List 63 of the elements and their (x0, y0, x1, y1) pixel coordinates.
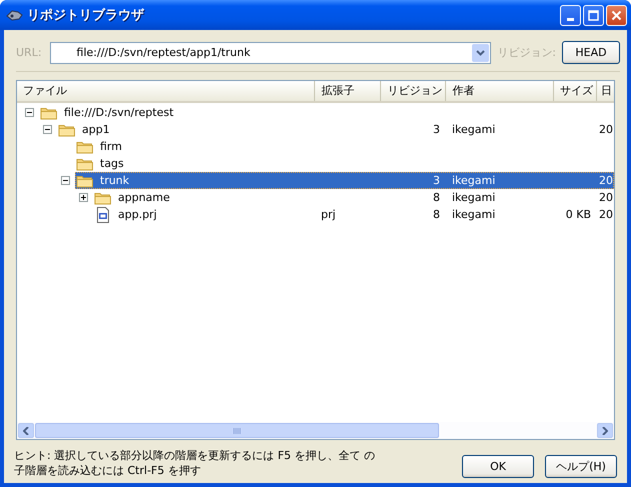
cell-text: 8 (433, 191, 440, 204)
maximize-button[interactable] (583, 4, 604, 26)
folder-icon (40, 106, 57, 120)
cell-text: 20 (599, 191, 613, 204)
tree-row[interactable]: firm (75, 138, 614, 155)
scrollbar-thumb[interactable] (35, 423, 439, 438)
column-header[interactable]: ファイル (17, 81, 316, 101)
maximize-icon (588, 10, 599, 20)
cell-text: ikegami (452, 174, 496, 187)
file-name: trunk (100, 174, 130, 187)
app-icon (6, 9, 23, 21)
tree-row[interactable]: app1 3 ikegami 20 (57, 121, 614, 138)
column-header[interactable]: 日 (597, 81, 614, 101)
minimize-button[interactable] (560, 4, 581, 26)
cell-text: 3 (433, 123, 440, 136)
cell-text: ikegami (452, 123, 496, 136)
cell-text: prj (321, 208, 336, 221)
cell-text: 20 (599, 174, 613, 187)
file-name: appname (118, 191, 170, 204)
cell-text: 20 (599, 123, 613, 136)
hint-text: ヒント: 選択している部分以降の階層を更新するには F5 を押し、全て の子階層を読み込むには Ctrl-F5 を押す (14, 448, 376, 478)
revision-label: リビジョン: (497, 45, 556, 60)
file-name: file:///D:/svn/reptest (64, 106, 174, 119)
collapse-icon[interactable] (43, 125, 52, 134)
file-name: firm (100, 140, 122, 153)
folder-icon (76, 156, 93, 170)
folder-icon (76, 174, 93, 188)
column-header[interactable]: リビジョン (381, 81, 446, 101)
scroll-left-button[interactable] (18, 423, 34, 438)
url-combobox[interactable]: file:///D:/svn/reptest/app1/trunk (50, 42, 492, 64)
tree-row[interactable]: app.prj prj 8 ikegami 0 KB 20 (93, 206, 614, 223)
minimize-icon (567, 18, 574, 20)
file-icon (96, 206, 110, 222)
collapse-icon[interactable] (25, 108, 34, 117)
cell-text: ikegami (452, 208, 496, 221)
ok-button[interactable]: OK (462, 455, 534, 478)
cell-text: 8 (433, 208, 440, 221)
cell-text: ikegami (452, 191, 496, 204)
url-label: URL: (16, 46, 42, 59)
cell-text: 0 KB (566, 208, 591, 221)
close-icon (611, 10, 622, 20)
file-name: app.prj (118, 208, 157, 221)
file-name: app1 (82, 123, 110, 136)
file-name: tags (100, 157, 124, 170)
tree-row[interactable]: file:///D:/svn/reptest (39, 104, 614, 121)
close-button[interactable] (606, 4, 627, 26)
column-header[interactable]: 拡張子 (315, 81, 382, 101)
cell-text: 3 (433, 174, 440, 187)
folder-icon (94, 190, 111, 204)
column-header[interactable]: サイズ (554, 81, 598, 101)
column-header[interactable]: 作者 (446, 81, 554, 101)
tree-row[interactable]: appname 8 ikegami 20 (93, 189, 614, 206)
tree-row[interactable]: tags (75, 155, 614, 172)
scroll-right-button[interactable] (597, 423, 613, 438)
folder-icon (76, 140, 93, 154)
collapse-icon[interactable] (61, 176, 70, 185)
cell-text: 20 (599, 208, 613, 221)
tree-row[interactable]: trunk 3 ikegami 20 (75, 172, 614, 189)
folder-icon (58, 122, 75, 136)
expand-icon[interactable] (79, 193, 88, 202)
window-title: リポジトリブラウザ (27, 6, 146, 24)
help-button[interactable]: ヘルプ(H) (545, 455, 617, 478)
revision-button[interactable]: HEAD (562, 41, 620, 64)
